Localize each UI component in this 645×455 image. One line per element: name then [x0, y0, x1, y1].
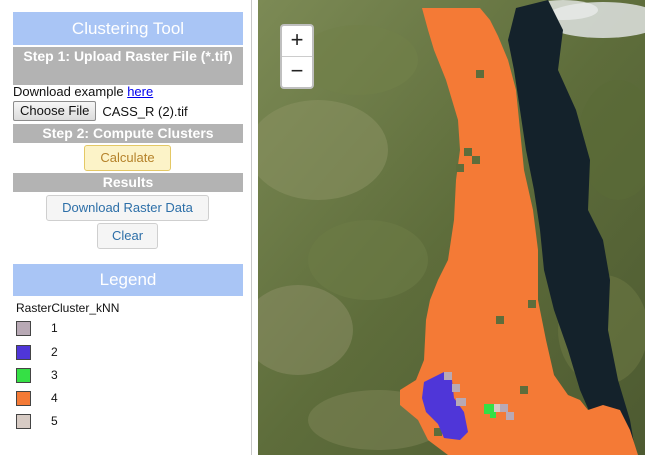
download-raster-button[interactable]: Download Raster Data: [46, 195, 209, 221]
legend-swatch-5: [16, 413, 31, 429]
download-example-text: Download example: [13, 84, 128, 99]
legend-swatch-4: [16, 390, 31, 406]
tool-title: Clustering Tool: [13, 12, 243, 45]
selected-file-name: CASS_R (2).tif: [102, 103, 188, 119]
download-example-link[interactable]: here: [127, 84, 153, 99]
step2-header: Step 2: Compute Clusters: [13, 124, 243, 143]
satellite-basemap: [258, 0, 645, 455]
choose-file-button[interactable]: Choose File: [13, 101, 97, 121]
results-header: Results: [13, 173, 243, 192]
legend-swatch-1: [16, 320, 31, 336]
clear-button[interactable]: Clear: [97, 223, 158, 249]
legend-item-1: 1: [16, 320, 58, 336]
legend-label-5: 5: [51, 414, 58, 428]
legend-item-3: 3: [16, 367, 58, 383]
legend-item-4: 4: [16, 390, 58, 406]
legend-item-5: 5: [16, 413, 58, 429]
legend-title: Legend: [13, 264, 243, 296]
cluster-class-5: [494, 404, 500, 412]
legend-label-2: 2: [51, 345, 58, 359]
step1-header: Step 1: Upload Raster File (*.tif): [13, 47, 243, 85]
legend-label-1: 1: [51, 321, 58, 335]
zoom-control: + −: [280, 24, 314, 89]
legend-item-2: 2: [16, 344, 58, 360]
zoom-out-button[interactable]: −: [282, 57, 312, 87]
map-view[interactable]: + −: [258, 0, 645, 455]
file-input-row: Choose File CASS_R (2).tif: [13, 100, 188, 122]
download-example-line: Download example here: [13, 84, 153, 99]
zoom-in-button[interactable]: +: [282, 26, 312, 57]
legend-label-4: 4: [51, 391, 58, 405]
legend-layer-name: RasterCluster_kNN: [16, 301, 120, 315]
tool-sidebar: Clustering Tool Step 1: Upload Raster Fi…: [0, 0, 252, 455]
calculate-button[interactable]: Calculate: [84, 145, 171, 171]
legend-label-3: 3: [51, 368, 58, 382]
legend-swatch-3: [16, 367, 31, 383]
legend-swatch-2: [16, 344, 31, 360]
